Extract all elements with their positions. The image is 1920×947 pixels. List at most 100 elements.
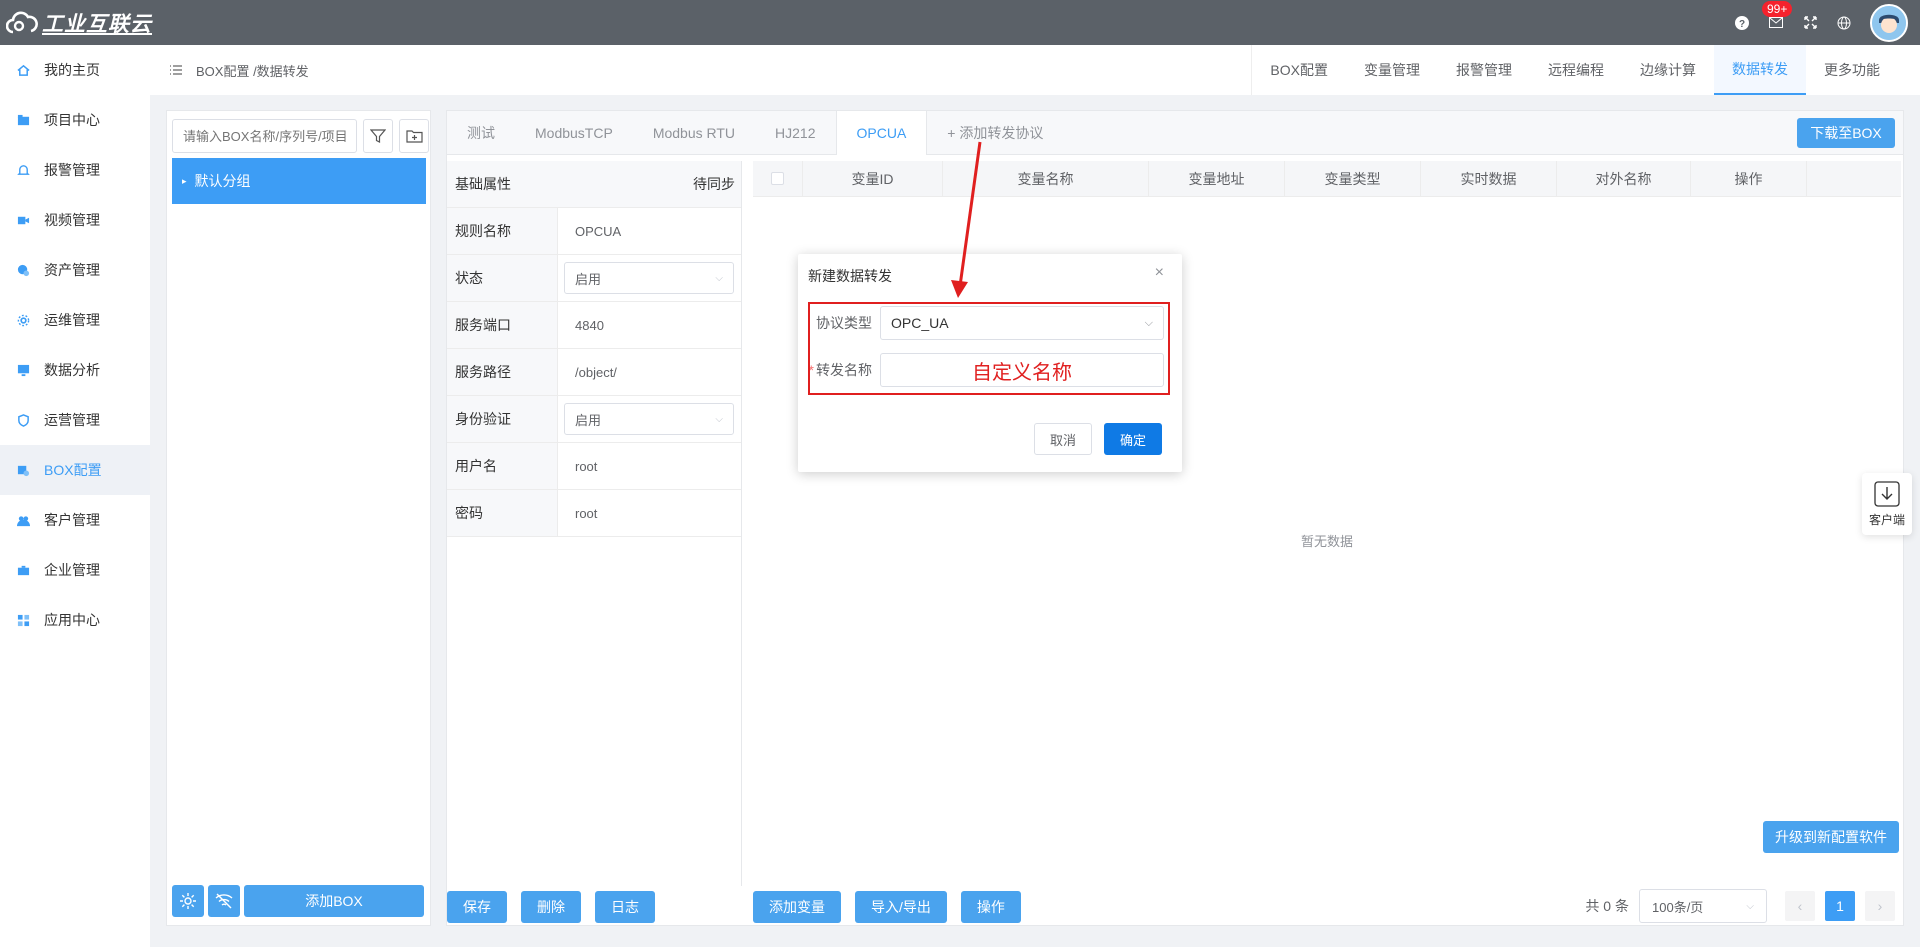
page-size-select[interactable]: 100条/页 ⌵ [1639, 889, 1767, 923]
page-size-value: 100条/页 [1652, 899, 1704, 915]
gear-icon [16, 313, 30, 327]
protocol-tab-1[interactable]: ModbusTCP [515, 111, 633, 155]
chevron-down-icon: ⌵ [1746, 900, 1754, 912]
chevron-down-icon: ⌵ [715, 272, 723, 284]
property-row: 身份验证 启用 ⌵ [447, 396, 741, 443]
client-download-float[interactable]: 客户端 [1862, 473, 1912, 535]
select-all-checkbox[interactable] [771, 172, 784, 185]
column-header: 对外名称 [1557, 160, 1691, 197]
cancel-button[interactable]: 取消 [1034, 423, 1092, 455]
globe-icon[interactable] [1836, 15, 1852, 31]
property-label: 规则名称 [447, 208, 558, 254]
chevron-left-icon: ‹ [1797, 898, 1803, 914]
protocol-tab-0[interactable]: 测试 [447, 111, 515, 155]
sub-header: BOX配置 /数据转发 BOX配置 变量管理 报警管理 远程编程 边缘计算 数据转发 更多功… [150, 45, 1920, 95]
prev-page-button[interactable]: ‹ [1785, 891, 1815, 921]
logo[interactable]: 工业互联云 [6, 8, 152, 38]
property-value-cell: 启用 ⌵ [558, 396, 741, 442]
user-avatar[interactable] [1870, 3, 1908, 42]
fullscreen-icon[interactable] [1802, 15, 1818, 31]
sidebar-item-11[interactable]: 应用中心 [0, 595, 150, 645]
top-tab-2[interactable]: 报警管理 [1438, 45, 1530, 95]
box-list-panel: ▸ 默认分组 添加BOX [166, 110, 431, 926]
property-label: 用户名 [447, 443, 558, 489]
property-select[interactable]: 启用 ⌵ [564, 262, 734, 294]
property-value[interactable]: root [558, 490, 741, 536]
upgrade-software-button[interactable]: 升级到新配置软件 [1763, 821, 1899, 853]
protocol-tab-4[interactable]: OPCUA [835, 111, 928, 155]
table-header: 变量ID 变量名称 变量地址 变量类型 实时数据 对外名称 操作 [753, 160, 1901, 197]
page-number[interactable]: 1 [1825, 891, 1855, 921]
confirm-button[interactable]: 确定 [1104, 423, 1162, 455]
forwarding-panel: 测试 ModbusTCP Modbus RTU HJ212 OPCUA + 添加转发协议 … [446, 110, 1904, 926]
add-box-button[interactable]: 添加BOX [244, 885, 424, 917]
menu-toggle-icon[interactable] [170, 65, 182, 75]
sidebar-item-4[interactable]: 资产管理 [0, 245, 150, 295]
download-box-icon [1874, 480, 1900, 507]
filter-icon [370, 129, 386, 143]
sidebar-item-label: 我的主页 [44, 62, 100, 78]
asset-icon [16, 263, 30, 277]
group-default[interactable]: ▸ 默认分组 [172, 158, 426, 204]
sidebar-item-0[interactable]: 我的主页 [0, 45, 150, 95]
sidebar: 我的主页项目中心 报警管理 视频管理 资产管理 运维管理 数据分析运营管理 BOX配置客户管… [0, 45, 150, 947]
add-folder-button[interactable] [399, 119, 429, 153]
breadcrumb: BOX配置 /数据转发 [196, 63, 309, 79]
property-value[interactable]: OPCUA [558, 208, 741, 254]
sidebar-item-6[interactable]: 数据分析 [0, 345, 150, 395]
sidebar-item-1[interactable]: 项目中心 [0, 95, 150, 145]
property-select[interactable]: 启用 ⌵ [564, 403, 734, 435]
download-to-box-button[interactable]: 下载至BOX [1797, 118, 1895, 148]
shield-icon [16, 413, 30, 427]
sidebar-item-3[interactable]: 视频管理 [0, 195, 150, 245]
sidebar-item-8[interactable]: BOX配置 [0, 445, 150, 495]
sidebar-item-label: BOX配置 [44, 462, 102, 478]
protocol-tab-3[interactable]: HJ212 [755, 111, 835, 155]
sidebar-item-10[interactable]: 企业管理 [0, 545, 150, 595]
import-export-button[interactable]: 导入/导出 [855, 891, 947, 923]
column-header: 操作 [1691, 160, 1807, 197]
help-icon[interactable]: ? [1734, 15, 1750, 31]
sidebar-item-9[interactable]: 客户管理 [0, 495, 150, 545]
save-button[interactable]: 保存 [447, 891, 507, 923]
sidebar-item-2[interactable]: 报警管理 [0, 145, 150, 195]
property-row: 服务路径/object/ [447, 349, 741, 396]
add-variable-button[interactable]: 添加变量 [753, 891, 841, 923]
sidebar-item-7[interactable]: 运营管理 [0, 395, 150, 445]
top-tab-1[interactable]: 变量管理 [1346, 45, 1438, 95]
log-button[interactable]: 日志 [595, 891, 655, 923]
protocol-tab-2[interactable]: Modbus RTU [633, 111, 755, 155]
top-tab-4[interactable]: 边缘计算 [1622, 45, 1714, 95]
sidebar-item-label: 运营管理 [44, 412, 100, 428]
top-tab-3[interactable]: 远程编程 [1530, 45, 1622, 95]
select-all-checkbox-cell [753, 160, 803, 197]
column-header: 变量名称 [943, 160, 1149, 197]
column-header: 变量地址 [1149, 160, 1285, 197]
property-value[interactable]: 4840 [558, 302, 741, 348]
wifi-off-button[interactable] [208, 885, 240, 917]
top-tab-0[interactable]: BOX配置 [1252, 45, 1346, 95]
gear-icon [180, 893, 196, 909]
property-label: 服务路径 [447, 349, 558, 395]
filter-button[interactable] [363, 119, 393, 153]
properties-table: 基础属性 待同步 规则名称 OPCUA 状态 启用 ⌵ 服务端口 4840 服务路径/obje… [447, 161, 742, 886]
briefcase-icon [16, 563, 30, 577]
mail-icon[interactable]: 99+ [1762, 0, 1793, 31]
next-page-button[interactable]: › [1865, 891, 1895, 921]
property-value[interactable]: root [558, 443, 741, 489]
close-icon[interactable]: × [1155, 264, 1164, 282]
sidebar-item-5[interactable]: 运维管理 [0, 295, 150, 345]
box-config-icon [16, 463, 30, 477]
settings-button[interactable] [172, 885, 204, 917]
operation-button[interactable]: 操作 [960, 891, 1021, 923]
delete-button[interactable]: 删除 [521, 891, 581, 923]
top-tab-5[interactable]: 数据转发 [1714, 45, 1806, 95]
top-tab-6[interactable]: 更多功能 [1806, 45, 1898, 95]
box-search-input[interactable] [172, 119, 357, 153]
client-label: 客户端 [1868, 512, 1905, 527]
property-value[interactable]: /object/ [558, 349, 741, 395]
property-row: 密码 root [447, 490, 741, 537]
protocol-tabs: 测试 ModbusTCP Modbus RTU HJ212 OPCUA + 添加转发协议 [447, 111, 1903, 155]
protocol-tab-5[interactable]: + 添加转发协议 [927, 111, 1063, 155]
sync-status: 待同步 [693, 176, 735, 192]
